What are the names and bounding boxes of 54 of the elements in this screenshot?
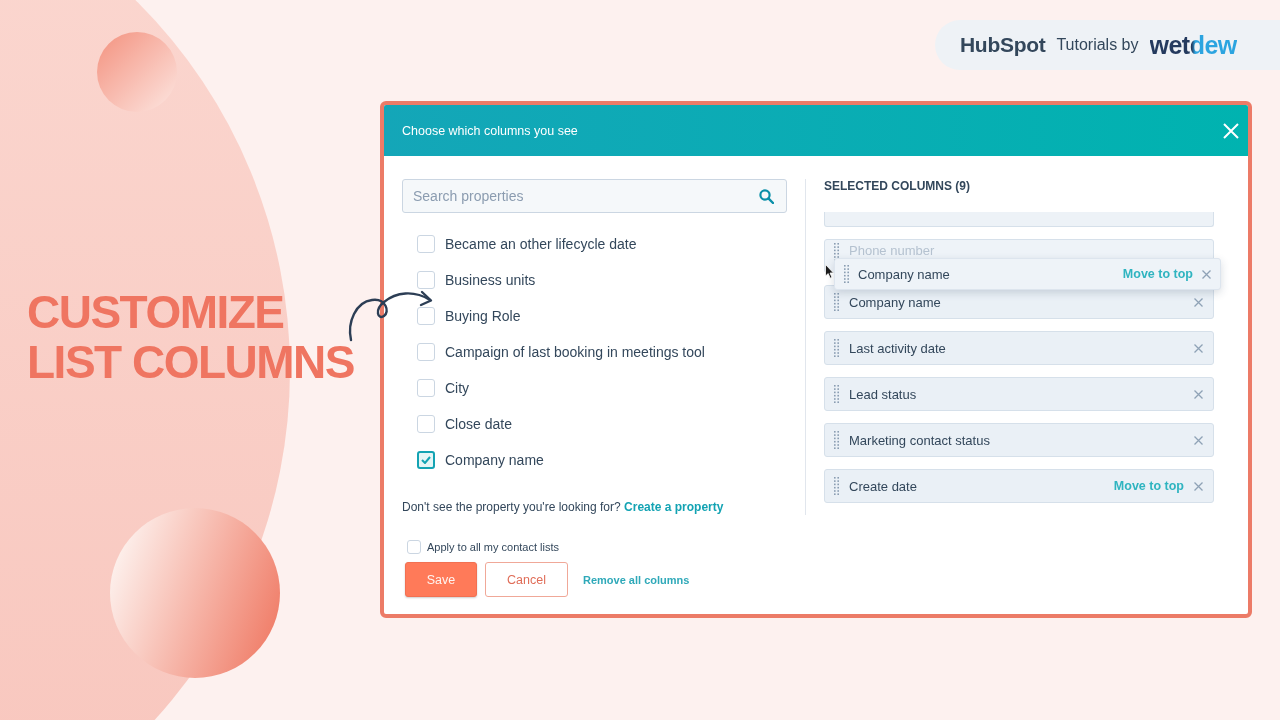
checkbox-label: Company name (445, 452, 544, 468)
checkbox-label: Campaign of last booking in meetings tool (445, 344, 705, 360)
dialog-title: Choose which columns you see (402, 123, 578, 138)
create-property-link[interactable]: Create a property (624, 500, 724, 514)
checkmark-icon (421, 456, 431, 464)
headline: CUSTOMIZE LIST COLUMNS (27, 287, 355, 387)
drag-handle-icon[interactable] (834, 243, 839, 261)
drag-handle-icon[interactable] (844, 265, 849, 283)
dragged-column-card[interactable]: Company name Move to top (834, 258, 1221, 290)
brand-tagline: Tutorials by (1056, 36, 1139, 54)
checkbox-label: Close date (445, 416, 512, 432)
close-icon[interactable] (1223, 122, 1239, 139)
column-label: Marketing contact status (849, 432, 991, 448)
cursor-icon (825, 264, 834, 279)
checkbox[interactable] (417, 307, 435, 325)
remove-icon[interactable] (1194, 435, 1203, 445)
checkbox[interactable] (407, 540, 421, 554)
remove-icon[interactable] (1194, 343, 1203, 353)
hint-text: Don't see the property you're looking for? Create a property (402, 499, 725, 515)
drag-handle-icon[interactable] (834, 293, 839, 311)
column-label: Phone number (849, 243, 936, 258)
column-label: Lead status (849, 386, 918, 402)
checkbox-label: Apply to all my contact lists (427, 541, 560, 553)
checkbox-label: Became an other lifecycle date (445, 236, 637, 252)
move-to-top-link[interactable]: Move to top (1122, 267, 1193, 281)
brand-logo: HubSpot (960, 33, 1046, 57)
checkbox[interactable] (417, 415, 435, 433)
checkbox[interactable] (417, 271, 435, 289)
checkbox-label: City (445, 380, 470, 396)
remove-icon[interactable] (1194, 389, 1203, 399)
section-heading: SELECTED COLUMNS (9) (824, 178, 971, 194)
column-label: Company name (849, 294, 942, 310)
drag-handle-icon[interactable] (834, 339, 839, 357)
drag-handle-icon[interactable] (834, 385, 839, 403)
remove-all-link[interactable]: Remove all columns (583, 573, 690, 586)
checkbox[interactable] (417, 235, 435, 253)
search-icon[interactable] (759, 189, 774, 204)
column-label: Last activity date (849, 340, 947, 356)
cancel-button[interactable]: Cancel (485, 562, 568, 597)
checkbox[interactable] (417, 379, 435, 397)
remove-icon[interactable] (1202, 269, 1211, 279)
checkbox-label: Buying Role (445, 308, 521, 324)
search-field[interactable]: Search properties (402, 179, 787, 213)
remove-icon[interactable] (1194, 481, 1203, 491)
move-to-top-link[interactable]: Move to top (1113, 479, 1184, 493)
column-label: Create date (849, 478, 918, 494)
checkbox[interactable] (417, 343, 435, 361)
checkbox-label: Business units (445, 272, 536, 288)
drag-handle-icon[interactable] (834, 431, 839, 449)
checkbox[interactable] (417, 451, 435, 469)
save-button[interactable]: Save (405, 562, 477, 597)
column-label: Company name (858, 266, 951, 282)
drag-handle-icon[interactable] (834, 477, 839, 495)
remove-icon[interactable] (1194, 297, 1203, 307)
